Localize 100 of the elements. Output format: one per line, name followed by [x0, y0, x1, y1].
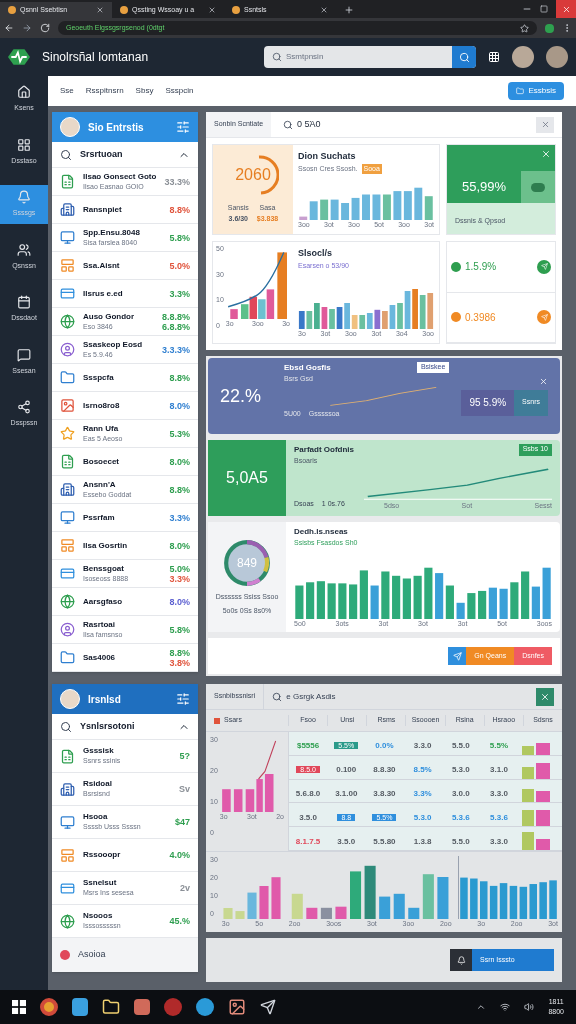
side-value: 95 5.9%: [461, 389, 515, 416]
item-title: Nsooos: [83, 911, 114, 921]
table-cell: 1.3.8: [413, 836, 432, 846]
list-item[interactable]: Ssspcfa 8.8%: [52, 364, 198, 392]
table-cell: 5.3.6: [490, 812, 508, 822]
item-value: 8.8%: [169, 204, 190, 215]
query-text: 0 5Ά0: [297, 117, 322, 131]
item-value: 5.8%: [169, 232, 190, 243]
item-value: 8.8%: [169, 647, 190, 658]
item-title: Rann Ufa: [83, 423, 120, 434]
item-title: Sas4006: [83, 652, 117, 663]
list-item[interactable]: Sas4006 8.8% 3.8%: [52, 644, 198, 672]
panel-title: Irsnlsd: [88, 692, 122, 707]
item-value: 4.0%: [169, 850, 190, 860]
table-cell: 3.1.00: [335, 789, 358, 798]
list-item[interactable]: Ilsrus e.ed 3.3%: [52, 280, 198, 308]
stat-value: 1.5.9%: [465, 260, 498, 275]
item-value: 3.3.3%: [161, 344, 190, 355]
card-title: Dion Suchats: [298, 150, 357, 163]
item-value: 8.8%: [169, 372, 190, 383]
item-title: Ilsao Gonsect Goto: [83, 171, 157, 182]
table-cell: 3.5.0: [337, 836, 356, 846]
item-title: Ssaskeop Eosd: [83, 339, 144, 350]
query-text: e Gsrgk Asdis: [286, 690, 337, 703]
item-title: Benssgoat: [83, 563, 125, 574]
item-title: Rsidoal: [83, 779, 113, 789]
item-value: 8.0%: [169, 456, 190, 467]
item-title: Ansnn'A: [83, 479, 117, 490]
list-item[interactable]: Ssa.Aisnt 5.0%: [52, 252, 198, 280]
card-title: Ebsd Gosfis: [284, 362, 331, 374]
item-title: Rssooopr: [83, 850, 122, 860]
table-cell: 5.5.0: [451, 836, 470, 846]
item-title: Ilsrus e.ed: [83, 288, 124, 299]
table-cell: 3.3.0: [490, 789, 508, 798]
item-value: 5?: [179, 751, 190, 761]
table-cell: 5.5.0: [451, 741, 470, 751]
list-item[interactable]: Ransnpiet 8.8%: [52, 196, 198, 224]
table-cell: $5556: [296, 741, 320, 751]
item-title: Ilsa Gosrtin: [83, 540, 128, 551]
item-value: 8.0%: [169, 540, 190, 551]
search-label: Ysnlsrsotoni: [80, 719, 136, 733]
item-title: Gsssisk: [83, 746, 115, 756]
item-value: 8.8.8%: [161, 311, 190, 322]
item-title: Spp.Ensu.8048: [83, 227, 141, 238]
table-cell: 8.5%: [413, 765, 432, 775]
item-title: Ssa.Aisnt: [83, 260, 121, 271]
item-title: Bosoecet: [83, 456, 120, 467]
table-cell: 3.0.0: [451, 789, 470, 798]
item-value: 5.0%: [169, 563, 190, 574]
table-cell: 0.0%: [375, 741, 394, 751]
table-cell: 5.5%: [489, 741, 509, 751]
item-value: 45.%: [169, 916, 190, 926]
nav-link[interactable]: Rsspitnsrn: [85, 85, 124, 97]
table-cell: 3.1.0: [490, 765, 508, 775]
item-value: 2v: [180, 883, 190, 893]
table-cell: 5.5.80: [373, 836, 396, 846]
stat-value: 0.3986: [465, 310, 497, 325]
list-item[interactable]: Aarsgfaso 8.0%: [52, 588, 198, 616]
table-cell: 3.3.0: [490, 836, 508, 846]
item-value: 3.3%: [169, 512, 190, 523]
table-cell: 8.1.7.5: [295, 836, 321, 846]
item-value: 8.0%: [169, 400, 190, 411]
item-title: Aarsgfaso: [83, 596, 124, 607]
table-cell: 5.3.6: [451, 812, 470, 822]
item-value: 5.3%: [169, 428, 190, 439]
card-title: Parfadt Oofdnis: [294, 444, 354, 456]
item-title: Ransnpiet: [83, 204, 123, 215]
table-cell: 3.3%: [413, 789, 432, 798]
table-cell: 3.5.0: [299, 812, 317, 822]
item-title: Rasrtoai: [83, 619, 116, 630]
item-value: 3.3%: [169, 288, 190, 299]
item-value: 8.0%: [169, 596, 190, 607]
card-title: Dedh.ls.nseas: [294, 526, 349, 538]
item-title: Hsooa: [83, 812, 109, 822]
list-item[interactable]: Bosoecet 8.0%: [52, 448, 198, 476]
growth-value: 5,0A5: [208, 440, 286, 516]
table-cell: 3.8.30: [373, 789, 396, 798]
search-field[interactable]: Ssmtpnsin: [264, 46, 476, 68]
table-cell: 5.6.8.0: [295, 789, 321, 798]
table-cell: 8.8.30: [373, 765, 396, 775]
item-value: 5.8%: [169, 624, 190, 635]
nav-link[interactable]: Sbsy: [135, 85, 154, 97]
item-value: Sv: [179, 784, 190, 794]
list-item[interactable]: Rssooopr 4.0%: [52, 839, 198, 872]
table-cell: 3.3.0: [413, 741, 432, 751]
list-item[interactable]: Pssrfam 3.3%: [52, 504, 198, 532]
nav-link[interactable]: Sse: [60, 85, 74, 97]
item-value: 3.3%: [169, 573, 190, 584]
list-item[interactable]: Isrno8ro8 8.0%: [52, 392, 198, 420]
item-title: Pssrfam: [83, 512, 116, 523]
app-title: Sinolrsñal Iomtanan: [42, 49, 150, 66]
trend-value: 22.%: [220, 384, 263, 408]
nav-link[interactable]: Ssspcin: [165, 85, 194, 97]
donut-value: 849: [237, 554, 257, 572]
list-item[interactable]: Ilsa Gosrtin 8.0%: [52, 532, 198, 560]
item-value: 6.8.8%: [161, 321, 190, 332]
gauge-value: 2060: [235, 165, 271, 185]
item-value: 3.8%: [169, 657, 190, 668]
item-value: 33.3%: [164, 176, 190, 187]
item-title: Auso Gondor: [83, 311, 136, 322]
